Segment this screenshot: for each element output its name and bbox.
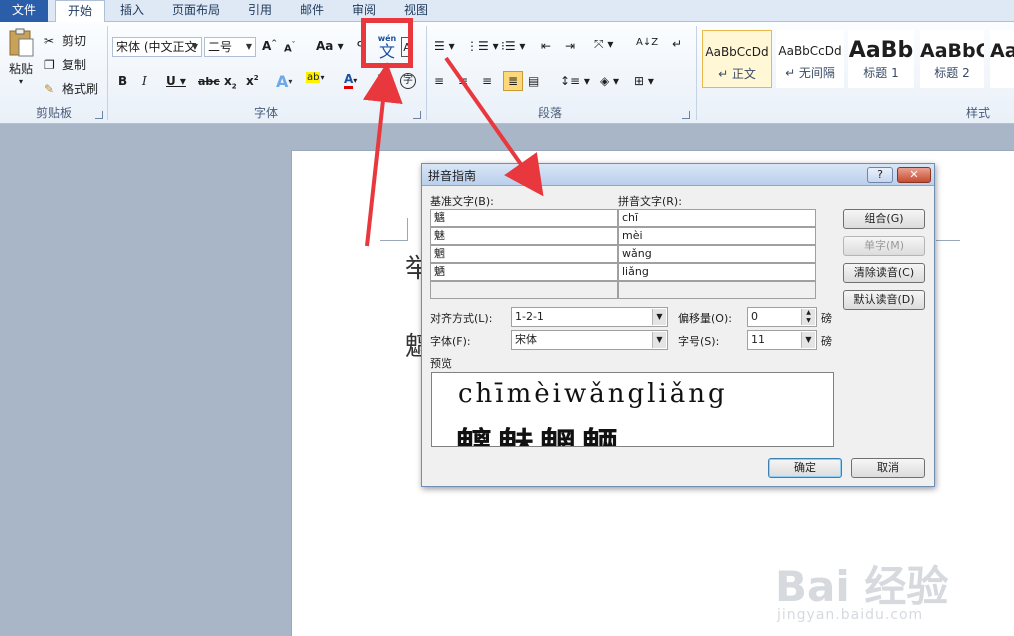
arrow-up-icon [362, 62, 403, 247]
baidu-jingyan-watermark: Bai 经验 jingyan.baidu.com [775, 525, 1005, 625]
arrow-down-icon [444, 56, 544, 197]
watermark-logo-text: Bai 经验 [775, 562, 949, 611]
watermark-url: jingyan.baidu.com [777, 607, 924, 623]
